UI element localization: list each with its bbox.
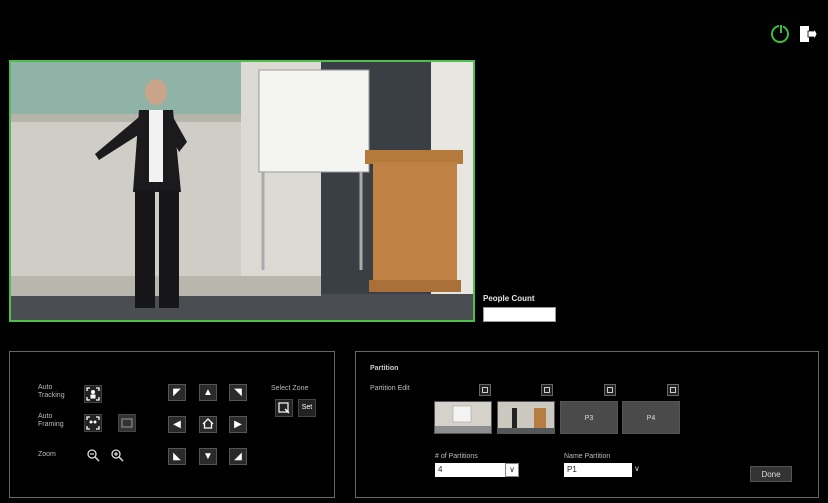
set-zone-button[interactable]: Set (298, 399, 316, 417)
auto-tracking-button[interactable] (84, 385, 102, 403)
edit-partition-1-icon[interactable] (479, 384, 491, 396)
zoom-out-icon[interactable] (86, 448, 100, 465)
select-zone-button[interactable] (275, 399, 293, 417)
edit-partition-4-icon[interactable] (667, 384, 679, 396)
partition-count-label: # of Partitions (435, 453, 478, 460)
partition-thumb-1[interactable] (434, 401, 492, 434)
pan-up-button[interactable]: ▲ (199, 384, 217, 401)
edit-partition-3-icon[interactable] (604, 384, 616, 396)
auto-framing-button[interactable] (84, 414, 102, 432)
framing-preview-button[interactable] (118, 414, 136, 432)
pan-up-right-button[interactable]: ◥ (229, 384, 247, 401)
pan-left-button[interactable]: ◀ (168, 416, 186, 433)
pan-down-right-button[interactable]: ◢ (229, 448, 247, 465)
people-count-label: People Count (483, 294, 535, 303)
done-button[interactable]: Done (750, 466, 792, 482)
logout-icon[interactable] (799, 24, 817, 44)
zoom-label: Zoom (38, 451, 56, 458)
thumb-2-image (498, 402, 554, 433)
home-icon (202, 418, 214, 429)
name-dropdown-icon[interactable]: ∨ (634, 464, 640, 473)
name-partition-label: Name Partition (564, 453, 611, 460)
partition-count-select[interactable]: 4 (435, 463, 505, 477)
auto-tracking-label: Auto Tracking (38, 384, 65, 399)
tracking-icon (86, 387, 100, 401)
pan-down-button[interactable]: ▼ (199, 448, 217, 465)
partition-edit-label: Partition Edit (370, 385, 410, 392)
auto-framing-label: Auto Framing (38, 413, 64, 428)
partition-thumb-4[interactable]: P4 (622, 401, 680, 434)
home-button[interactable] (199, 416, 217, 433)
pan-right-button[interactable]: ▶ (229, 416, 247, 433)
select-zone-label: Select Zone (271, 385, 309, 392)
video-frame (11, 62, 473, 320)
pan-up-left-button[interactable]: ◤ (168, 384, 186, 401)
chevron-down-icon[interactable]: ∨ (505, 463, 519, 477)
top-bar (0, 0, 828, 58)
partition-thumb-2[interactable] (497, 401, 555, 434)
zoom-in-icon[interactable] (110, 448, 124, 465)
thumb-1-image (435, 402, 491, 433)
pan-down-left-button[interactable]: ◣ (168, 448, 186, 465)
partition-title: Partition (370, 365, 399, 372)
framing-icon (86, 416, 100, 430)
people-count-field (483, 307, 556, 322)
screen-icon (121, 418, 133, 428)
name-partition-input[interactable]: P1 (564, 463, 632, 477)
edit-partition-2-icon[interactable] (541, 384, 553, 396)
camera-video-feed[interactable] (9, 60, 475, 322)
partition-thumb-3[interactable]: P3 (560, 401, 618, 434)
power-icon[interactable] (771, 24, 789, 43)
select-zone-icon (278, 402, 290, 414)
